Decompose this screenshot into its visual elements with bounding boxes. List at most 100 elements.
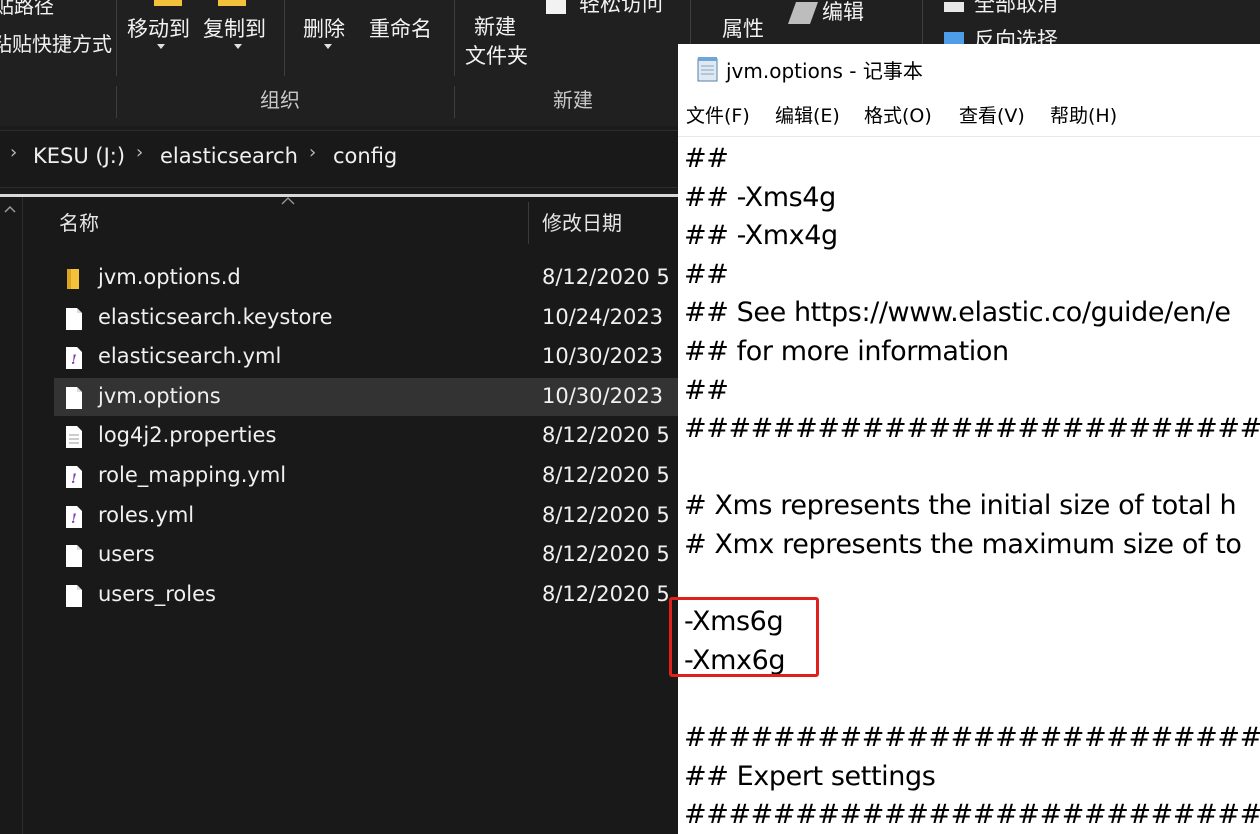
text-line: ## -Xms4g	[684, 181, 836, 213]
move-to-chevron-down-icon	[157, 44, 165, 49]
file-modified-date: 8/12/2020 5	[542, 581, 670, 606]
text-line: # Xmx represents the maximum size of to	[684, 529, 1242, 560]
text-file-icon	[66, 426, 82, 449]
notepad-title-bar[interactable]: jvm.options - 记事本	[678, 44, 1260, 98]
yml-file-icon: !	[66, 347, 82, 370]
file-row[interactable]: jvm.options.d 8/12/2020 5	[54, 259, 694, 297]
select-none-icon	[944, 2, 964, 12]
menu-help[interactable]: 帮助(H)	[1050, 107, 1117, 126]
svg-text:!: !	[71, 472, 77, 487]
file-row[interactable]: elasticsearch.keystore 10/24/2023	[54, 299, 694, 337]
notepad-menu-bar: 文件(F) 编辑(E) 格式(O) 查看(V) 帮助(H)	[678, 98, 1260, 136]
ribbon-divider	[116, 0, 117, 76]
file-modified-date: 8/12/2020 5	[542, 463, 670, 487]
ribbon-divider	[116, 86, 117, 118]
file-row[interactable]: ! role_mapping.yml 8/12/2020 5	[54, 457, 694, 495]
file-row[interactable]: log4j2.properties 8/12/2020 5	[54, 417, 694, 455]
sort-ascending-icon	[281, 197, 295, 205]
file-modified-date: 8/12/2020 5	[542, 265, 670, 289]
notepad-icon	[697, 57, 718, 82]
file-row[interactable]: ! elasticsearch.yml 10/30/2023	[54, 338, 694, 376]
easy-access-button[interactable]: 轻松访问	[579, 0, 663, 15]
navigation-pane[interactable]	[0, 197, 23, 834]
svg-text:!: !	[71, 512, 77, 527]
highlight-box	[669, 597, 819, 677]
text-line: ##	[684, 143, 729, 174]
properties-button[interactable]: 属性	[722, 19, 764, 40]
file-icon	[66, 386, 82, 409]
move-to-button[interactable]: 移动到	[127, 19, 190, 40]
yml-file-icon: !	[66, 466, 82, 488]
paste-shortcut-button[interactable]: 粘贴快捷方式	[0, 34, 112, 54]
text-line: ##	[684, 258, 729, 290]
text-line: ## -Xmx4g	[684, 220, 838, 252]
breadcrumb-config[interactable]: config	[333, 146, 397, 167]
text-line: ##	[684, 374, 729, 406]
yml-file-icon: !	[66, 505, 82, 528]
ribbon-group-new: 新建	[553, 88, 593, 112]
file-name: elasticsearch.keystore	[98, 304, 333, 329]
file-name: users	[98, 542, 155, 567]
copy-path-button[interactable]: 贴路径	[0, 0, 54, 16]
text-line: ## Expert settings	[684, 760, 936, 792]
new-folder-button-line2[interactable]: 文件夹	[465, 46, 528, 67]
copy-to-button[interactable]: 复制到	[203, 19, 266, 40]
text-line: # Xms represents the initial size of tot…	[684, 490, 1237, 522]
text-line: ################################	[684, 413, 1260, 445]
copy-to-chevron-down-icon	[234, 44, 242, 49]
menu-view[interactable]: 查看(V)	[959, 107, 1025, 126]
ribbon-group-organize: 组织	[260, 88, 300, 112]
menu-file[interactable]: 文件(F)	[686, 107, 750, 126]
breadcrumb-chevron-icon: ›	[136, 142, 144, 163]
edit-icon	[787, 2, 819, 24]
easy-access-icon	[546, 0, 566, 14]
file-icon	[66, 307, 82, 330]
select-none-button[interactable]: 全部取消	[974, 0, 1058, 15]
new-folder-button-line1[interactable]: 新建	[474, 17, 516, 38]
notepad-window-title: jvm.options - 记事本	[726, 59, 923, 83]
file-modified-date: 10/30/2023	[542, 344, 664, 369]
file-name: jvm.options	[98, 383, 221, 408]
file-row[interactable]: users_roles 8/12/2020 5	[54, 576, 694, 614]
file-icon	[66, 545, 82, 568]
delete-chevron-down-icon	[324, 44, 332, 49]
column-header-name[interactable]: 名称	[59, 213, 99, 233]
file-name: log4j2.properties	[98, 423, 277, 448]
file-row[interactable]: ! roles.yml 8/12/2020 5	[54, 497, 694, 535]
svg-text:!: !	[71, 353, 77, 368]
breadcrumb-chevron-icon: ›	[309, 142, 317, 163]
file-modified-date: 8/12/2020 5	[542, 542, 670, 567]
notepad-text-area[interactable]: ## ## -Xms4g ## -Xmx4g ## ## See https://www…	[684, 140, 1260, 834]
collapse-chevron-up-icon[interactable]	[4, 205, 16, 213]
file-modified-date: 8/12/2020 5	[542, 423, 670, 448]
edit-button[interactable]: 编辑	[822, 2, 864, 23]
file-modified-date: 10/30/2023	[542, 383, 664, 408]
notepad-window: jvm.options - 记事本 文件(F) 编辑(E) 格式(O) 查看(V…	[678, 44, 1260, 834]
folder-icon	[67, 269, 79, 289]
file-row[interactable]: jvm.options 10/30/2023	[54, 377, 694, 416]
text-line: ## See https://www.elastic.co/guide/en/e	[684, 297, 1231, 329]
menu-edit[interactable]: 编辑(E)	[775, 107, 840, 126]
file-row[interactable]: users 8/12/2020 5	[54, 536, 694, 574]
breadcrumb-chevron-icon: ›	[10, 142, 18, 163]
menu-format[interactable]: 格式(O)	[864, 107, 932, 126]
breadcrumb-drive[interactable]: KESU (J:)	[33, 146, 125, 167]
text-line: ## for more information	[684, 336, 1009, 367]
file-name: users_roles	[98, 581, 216, 606]
file-name: jvm.options.d	[98, 265, 241, 289]
copy-to-icon	[218, 0, 246, 6]
column-divider[interactable]	[528, 202, 529, 244]
invert-selection-icon	[944, 32, 964, 44]
ribbon-divider	[454, 0, 455, 76]
file-name: role_mapping.yml	[98, 463, 287, 487]
column-header-modified[interactable]: 修改日期	[542, 213, 622, 233]
file-modified-date: 8/12/2020 5	[542, 502, 670, 527]
delete-button[interactable]: 删除	[303, 19, 345, 40]
ribbon-divider	[284, 0, 285, 76]
menu-separator	[678, 136, 1260, 137]
file-name: roles.yml	[98, 502, 195, 527]
file-modified-date: 10/24/2023	[542, 304, 664, 329]
file-name: elasticsearch.yml	[98, 344, 282, 369]
breadcrumb-elasticsearch[interactable]: elasticsearch	[160, 146, 298, 167]
rename-button[interactable]: 重命名	[369, 19, 432, 40]
